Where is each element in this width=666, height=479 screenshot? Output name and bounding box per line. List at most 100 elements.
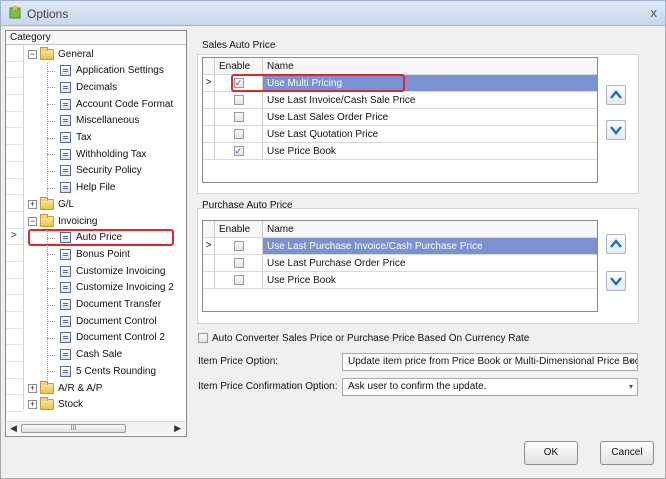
tree-item-5-cents-rounding[interactable]: 5 Cents Rounding [60, 363, 156, 379]
tree-connector [47, 304, 55, 306]
table-row[interactable]: Use Last Sales Order Price [203, 109, 597, 126]
tree-connector [47, 70, 55, 72]
collapse-icon[interactable]: − [28, 49, 37, 59]
tree-gutter-cell [6, 179, 23, 196]
enable-cell [215, 126, 263, 142]
cancel-button[interactable]: Cancel [600, 441, 654, 465]
highlight-box [231, 74, 405, 92]
tree-connector [47, 154, 55, 156]
table-row[interactable]: Use Last Purchase Order Price [203, 255, 597, 272]
row-indicator [203, 126, 215, 142]
item-price-option-select[interactable]: Update item price from Price Book or Mul… [342, 353, 638, 371]
close-icon[interactable]: x [651, 5, 658, 20]
tree-gutter-cell [6, 128, 23, 146]
expand-icon[interactable]: + [28, 199, 37, 209]
sales-move-up-button[interactable] [606, 85, 626, 105]
scroll-thumb[interactable]: III [21, 424, 126, 433]
row-indicator [203, 255, 215, 271]
column-header-enable[interactable]: Enable [215, 58, 263, 74]
column-header-enable[interactable]: Enable [215, 221, 263, 237]
options-dialog: Category − General Application Settings Dec… [0, 26, 666, 479]
expand-icon[interactable]: + [28, 383, 37, 393]
enable-checkbox[interactable] [233, 275, 244, 285]
tree-item-decimals[interactable]: Decimals [60, 79, 117, 95]
table-row[interactable]: Use Price Book [203, 272, 597, 289]
chevron-down-icon [610, 126, 622, 135]
expand-icon[interactable]: + [28, 400, 37, 410]
purchase-move-up-button[interactable] [606, 234, 626, 254]
category-tree[interactable]: Category − General Application Settings Dec… [5, 30, 187, 437]
tree-gutter-cell [6, 212, 23, 229]
name-cell: Use Last Purchase Order Price [267, 257, 406, 269]
ok-button[interactable]: OK [524, 441, 578, 465]
enable-checkbox[interactable] [233, 95, 244, 105]
settings-page-icon [60, 299, 71, 310]
table-row[interactable]: ✓ Use Price Book [203, 143, 597, 160]
tree-folder-invoicing[interactable]: − Invoicing [28, 213, 97, 229]
purchase-move-down-button[interactable] [606, 271, 626, 291]
tree-connector [47, 287, 55, 289]
tree-gutter-cell [6, 262, 23, 279]
tree-horizontal-scrollbar[interactable]: ◀ III ▶ [7, 421, 185, 435]
tree-item-label: Security Policy [76, 165, 142, 177]
tree-item-document-transfer[interactable]: Document Transfer [60, 297, 161, 313]
tree-item-label: Tax [76, 132, 92, 143]
name-cell: Use Last Quotation Price [267, 128, 379, 140]
tree-connector [47, 170, 55, 172]
tree-item-customize-invoicing[interactable]: Customize Invoicing [60, 263, 165, 279]
tree-item-miscellaneous[interactable]: Miscellaneous [60, 113, 139, 129]
scroll-left-icon[interactable]: ◀ [10, 423, 17, 434]
table-row[interactable]: Use Last Quotation Price [203, 126, 597, 143]
tree-folder-stock[interactable]: + Stock [28, 397, 83, 413]
sales-auto-price-grid[interactable]: Enable Name > ✓ Use Multi Pricing Use Last In… [202, 57, 598, 183]
window-title: Options [27, 7, 69, 21]
tree-folder-general[interactable]: − General [28, 46, 94, 62]
tree-folder-a-r-a-p[interactable]: + A/R & A/P [28, 380, 102, 396]
tree-connector [47, 104, 55, 106]
tree-item-security-policy[interactable]: Security Policy [60, 163, 142, 179]
tree-item-document-control-2[interactable]: Document Control 2 [60, 330, 165, 346]
tree-item-document-control[interactable]: Document Control [60, 313, 157, 329]
tree-gutter-cell [6, 62, 23, 79]
settings-page-icon [60, 315, 71, 327]
tree-item-tax[interactable]: Tax [60, 130, 92, 146]
enable-checkbox[interactable] [233, 129, 244, 139]
purchase-auto-price-grid[interactable]: Enable Name > Use Last Purchase Invoice/Cas… [202, 220, 598, 312]
enable-checkbox[interactable] [233, 241, 244, 251]
tree-item-account-code-format[interactable]: Account Code Format [60, 96, 173, 112]
table-row[interactable]: Use Last Invoice/Cash Sale Price [203, 92, 597, 109]
item-price-confirm-select[interactable]: Ask user to confirm the update. ▾ [342, 378, 638, 396]
sales-move-down-button[interactable] [606, 120, 626, 140]
tree-item-withholding-tax[interactable]: Withholding Tax [60, 146, 146, 162]
row-indicator [203, 92, 215, 108]
tree-gutter [6, 45, 24, 413]
enable-checkbox[interactable] [233, 112, 244, 122]
scroll-right-icon[interactable]: ▶ [174, 423, 181, 434]
highlight-box [28, 228, 174, 246]
chevron-down-icon [610, 277, 622, 286]
tree-item-label: Document Control [76, 315, 157, 327]
tree-item-label: Customize Invoicing 2 [76, 282, 174, 294]
row-indicator: > [203, 238, 215, 254]
column-header-name[interactable]: Name [263, 58, 597, 74]
folder-icon [40, 380, 54, 394]
tree-item-help-file[interactable]: Help File [60, 180, 115, 196]
tree-folder-g-l[interactable]: + G/L [28, 196, 74, 212]
tree-gutter-cell [6, 295, 23, 312]
tree-connector [47, 187, 55, 189]
tree-gutter-cell [6, 95, 23, 112]
tree-connector [47, 354, 55, 356]
tree-item-bonus-point[interactable]: Bonus Point [60, 246, 130, 262]
collapse-icon[interactable]: − [28, 216, 37, 226]
name-cell: Use Price Book [267, 274, 336, 286]
auto-convert-checkbox[interactable] [198, 333, 208, 343]
tree-item-cash-sale[interactable]: Cash Sale [60, 347, 122, 363]
enable-checkbox[interactable]: ✓ [233, 146, 244, 156]
tree-gutter-cell [6, 229, 23, 246]
column-header-name[interactable]: Name [263, 221, 597, 237]
enable-checkbox[interactable] [233, 258, 244, 268]
tree-item-application-settings[interactable]: Application Settings [60, 63, 164, 79]
table-row[interactable]: > Use Last Purchase Invoice/Cash Purchase… [203, 238, 597, 255]
tree-item-customize-invoicing-2[interactable]: Customize Invoicing 2 [60, 280, 174, 296]
folder-icon [40, 196, 54, 210]
